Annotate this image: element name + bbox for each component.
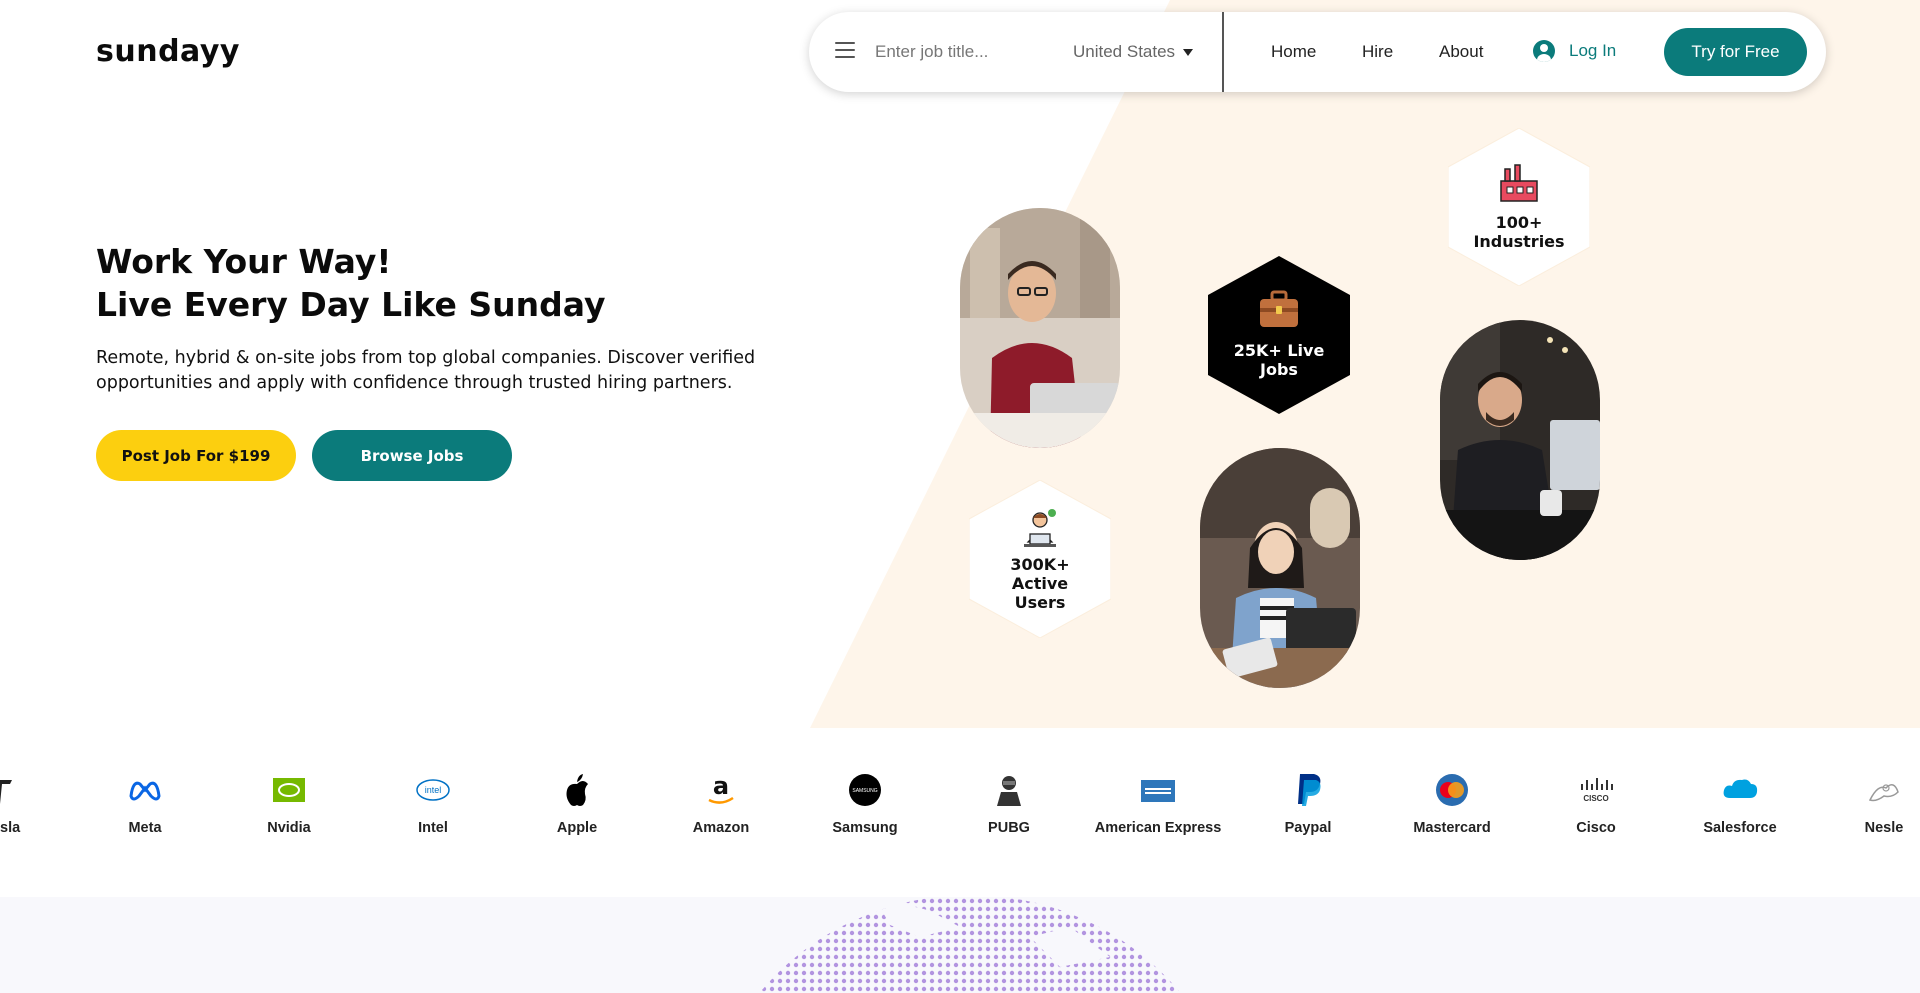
stat-hex-industries: 100+ Industries xyxy=(1447,127,1591,287)
browse-jobs-button[interactable]: Browse Jobs xyxy=(312,430,512,481)
company-name: Samsung xyxy=(832,820,898,836)
nestle-logo-icon xyxy=(1864,770,1904,810)
brand-logo[interactable]: sundayy xyxy=(96,34,240,69)
company-pubg[interactable]: PUBG xyxy=(939,770,1079,836)
nav-link-home[interactable]: Home xyxy=(1271,42,1316,62)
company-intel[interactable]: intel Intel xyxy=(363,770,503,836)
country-select[interactable]: United States xyxy=(1073,42,1194,62)
svg-text:a: a xyxy=(713,772,729,800)
paypal-logo-icon xyxy=(1288,770,1328,810)
post-job-button[interactable]: Post Job For $199 xyxy=(96,430,296,481)
company-logos-strip: sla Meta Nvidia intel Intel Apple a Amaz… xyxy=(0,770,1920,870)
company-american-express[interactable]: American Express xyxy=(1088,770,1228,836)
login-label: Log In xyxy=(1569,41,1617,60)
company-name: Amazon xyxy=(692,820,750,836)
company-name: American Express xyxy=(1094,820,1222,836)
american-express-logo-icon xyxy=(1138,770,1178,810)
amazon-logo-icon: a xyxy=(701,770,741,810)
company-name: Nesle xyxy=(1864,820,1904,836)
company-amazon[interactable]: a Amazon xyxy=(651,770,791,836)
company-name: Mastercard xyxy=(1413,820,1491,836)
photo-man-suit xyxy=(1440,320,1600,560)
factory-icon xyxy=(1499,163,1539,207)
hero-headline: Work Your Way! Live Every Day Like Sunda… xyxy=(96,240,606,326)
stat-active-users-text1: Active xyxy=(1011,574,1069,593)
company-name: Cisco xyxy=(1576,820,1616,836)
nav-divider xyxy=(1222,12,1224,92)
company-name: Intel xyxy=(418,820,448,836)
user-icon xyxy=(1533,40,1555,62)
caret-down-icon xyxy=(1183,48,1194,56)
cisco-logo-icon: CISCO xyxy=(1576,770,1616,810)
top-navbar: United States Home Hire About Log In Try… xyxy=(809,12,1826,92)
login-link[interactable]: Log In xyxy=(1533,40,1616,62)
company-name: Nvidia xyxy=(267,820,311,836)
nav-link-hire[interactable]: Hire xyxy=(1362,42,1393,62)
photo-man-red-sweater xyxy=(960,208,1120,448)
stat-industries-text: Industries xyxy=(1473,232,1565,251)
company-name: Meta xyxy=(128,820,162,836)
intel-logo-icon: intel xyxy=(413,770,453,810)
stat-hex-live-jobs: 25K+ Live Jobs xyxy=(1208,256,1350,414)
svg-text:CISCO: CISCO xyxy=(1583,794,1608,803)
company-nvidia[interactable]: Nvidia xyxy=(219,770,359,836)
nav-link-about[interactable]: About xyxy=(1439,42,1483,62)
headline-line-1: Work Your Way! xyxy=(96,242,392,281)
company-apple[interactable]: Apple xyxy=(507,770,647,836)
company-mastercard[interactable]: Mastercard xyxy=(1382,770,1522,836)
stat-industries-label: 100+ Industries xyxy=(1448,213,1590,251)
hamburger-menu-icon[interactable] xyxy=(835,42,855,58)
svg-text:SAMSUNG: SAMSUNG xyxy=(852,788,877,794)
headline-line-2: Live Every Day Like Sunday xyxy=(96,285,606,324)
company-paypal[interactable]: Paypal xyxy=(1238,770,1378,836)
stat-live-jobs-text: Jobs xyxy=(1260,360,1298,379)
person-laptop-icon xyxy=(1020,508,1060,552)
stat-live-jobs-value: 25K+ Live xyxy=(1233,341,1325,360)
svg-text:intel: intel xyxy=(425,785,442,795)
company-nestle[interactable]: Nesle xyxy=(1814,770,1920,836)
nvidia-logo-icon xyxy=(269,770,309,810)
company-samsung[interactable]: SAMSUNG Samsung xyxy=(795,770,935,836)
stat-hex-active-users: 300K+ Active Users xyxy=(968,479,1112,639)
company-meta[interactable]: Meta xyxy=(75,770,215,836)
mastercard-logo-icon xyxy=(1432,770,1472,810)
job-search-input[interactable] xyxy=(875,36,1055,68)
briefcase-icon xyxy=(1258,290,1300,334)
company-name: sla xyxy=(0,820,21,836)
pubg-logo-icon xyxy=(989,770,1029,810)
stat-live-jobs-label: 25K+ Live Jobs xyxy=(1208,341,1350,379)
company-name: Apple xyxy=(556,820,598,836)
hero-subtext: Remote, hybrid & on-site jobs from top g… xyxy=(96,348,756,393)
stat-industries-value: 100+ xyxy=(1495,213,1543,232)
meta-logo-icon xyxy=(125,770,165,810)
company-name: Paypal xyxy=(1284,820,1332,836)
try-for-free-button[interactable]: Try for Free xyxy=(1664,28,1807,76)
samsung-logo-icon: SAMSUNG xyxy=(845,770,885,810)
photo-woman-laptop xyxy=(1200,448,1360,688)
apple-logo-icon xyxy=(557,770,597,810)
company-tesla[interactable]: sla xyxy=(0,770,70,836)
stat-active-users-text2: Users xyxy=(1014,593,1066,612)
company-name: PUBG xyxy=(988,820,1030,836)
company-name: Salesforce xyxy=(1703,820,1777,836)
salesforce-logo-icon xyxy=(1720,770,1760,810)
dotted-globe-graphic xyxy=(700,897,1240,993)
country-label: United States xyxy=(1073,42,1176,61)
company-cisco[interactable]: CISCO Cisco xyxy=(1526,770,1666,836)
stat-active-users-value: 300K+ xyxy=(1010,555,1070,574)
stat-active-users-label: 300K+ Active Users xyxy=(969,555,1111,612)
company-salesforce[interactable]: Salesforce xyxy=(1670,770,1810,836)
bottom-section xyxy=(0,897,1920,993)
tesla-logo-icon xyxy=(0,770,20,810)
